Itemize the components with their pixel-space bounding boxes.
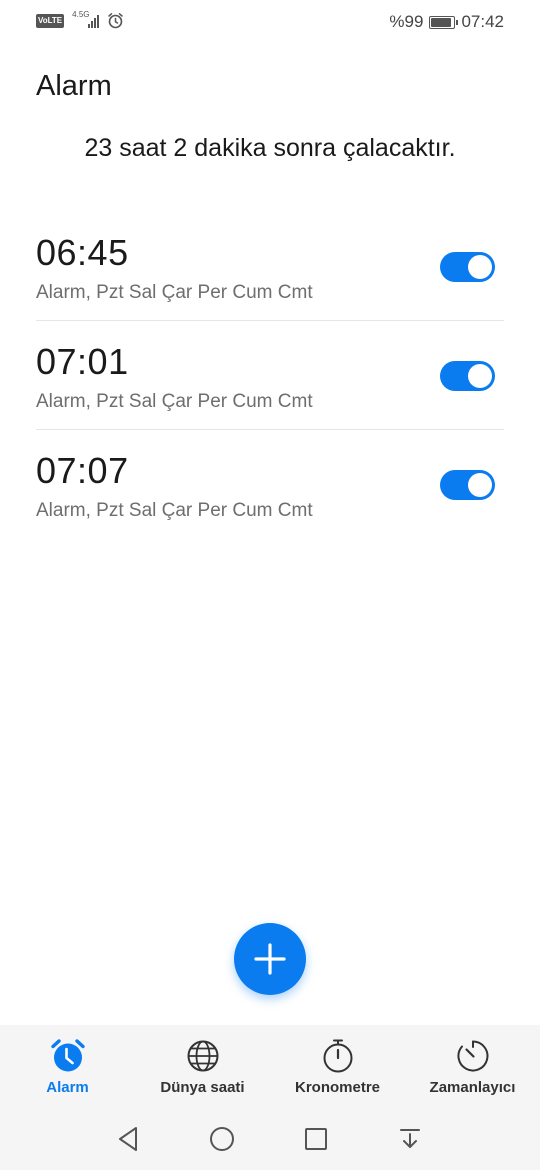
recents-button[interactable] [303, 1126, 329, 1152]
notification-pulldown-button[interactable] [397, 1126, 423, 1152]
tab-timer[interactable]: Zamanlayıcı [405, 1037, 540, 1096]
alarm-item[interactable]: 06:45 Alarm, Pzt Sal Çar Per Cum Cmt [36, 212, 504, 321]
alarm-status-icon [107, 13, 123, 29]
alarm-list: 06:45 Alarm, Pzt Sal Çar Per Cum Cmt 07:… [36, 212, 504, 538]
alarm-repeat-days: Alarm, Pzt Sal Çar Per Cum Cmt [36, 282, 313, 303]
toggle-knob [468, 255, 492, 279]
tab-label: Kronometre [294, 1079, 380, 1096]
alarm-toggle[interactable] [440, 252, 495, 282]
tab-alarm[interactable]: Alarm [0, 1037, 135, 1096]
alarm-repeat-days: Alarm, Pzt Sal Çar Per Cum Cmt [36, 391, 313, 412]
plus-icon [254, 943, 286, 975]
back-button[interactable] [115, 1126, 141, 1152]
alarm-time: 07:01 [36, 341, 129, 382]
tab-label: Dünya saati [160, 1079, 245, 1096]
pull-down-arrow-icon [400, 1129, 420, 1148]
status-bar-left: VoLTE 4.5G [36, 9, 124, 29]
back-triangle-icon [119, 1127, 137, 1151]
alarm-time: 06:45 [36, 232, 129, 273]
network-type-label: 4.5G [72, 9, 90, 19]
page-title: Alarm [36, 70, 112, 102]
battery-icon [429, 15, 459, 29]
alarm-item[interactable]: 07:01 Alarm, Pzt Sal Çar Per Cum Cmt [36, 321, 504, 430]
status-bar: VoLTE 4.5G %99 07:42 [0, 0, 540, 44]
status-bar-right: %99 07:42 [389, 12, 504, 32]
alarm-item[interactable]: 07:07 Alarm, Pzt Sal Çar Per Cum Cmt [36, 430, 504, 538]
globe-icon [187, 1040, 218, 1072]
home-circle-icon [210, 1127, 234, 1151]
toggle-knob [468, 473, 492, 497]
volte-icon: VoLTE [36, 13, 65, 28]
tab-label: Zamanlayıcı [429, 1079, 516, 1096]
tab-stopwatch[interactable]: Kronometre [270, 1037, 405, 1096]
status-time: 07:42 [461, 12, 504, 31]
alarm-toggle[interactable] [440, 361, 495, 391]
system-navigation-bar [0, 1118, 540, 1160]
alarm-repeat-days: Alarm, Pzt Sal Çar Per Cum Cmt [36, 500, 313, 521]
next-alarm-countdown: 23 saat 2 dakika sonra çalacaktır. [84, 134, 456, 162]
alarm-time: 07:07 [36, 450, 129, 491]
toggle-knob [468, 364, 492, 388]
home-button[interactable] [209, 1126, 235, 1152]
timer-icon [456, 1040, 488, 1072]
tab-label: Alarm [46, 1079, 89, 1096]
tab-world-clock[interactable]: Dünya saati [135, 1037, 270, 1096]
alarm-toggle[interactable] [440, 470, 495, 500]
clock-app-screen: VoLTE 4.5G %99 07:42 Alarm 23 saat 2 dak… [0, 0, 540, 1170]
add-alarm-button[interactable] [234, 923, 306, 995]
alarm-clock-icon [50, 1039, 85, 1072]
battery-percentage: %99 [389, 12, 424, 31]
stopwatch-icon [323, 1039, 352, 1073]
recents-square-icon [305, 1128, 327, 1150]
